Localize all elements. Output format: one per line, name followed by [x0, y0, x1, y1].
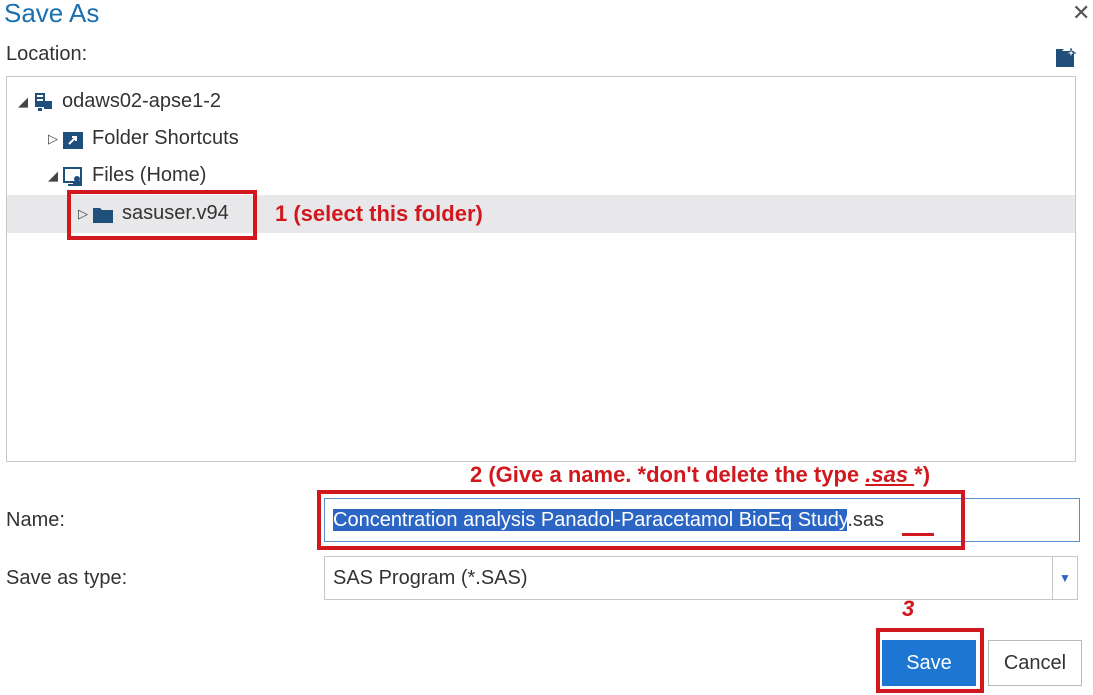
tree-label-files-home: Files (Home) — [92, 164, 207, 186]
expanded-triangle-icon[interactable]: ◢ — [18, 94, 32, 110]
tree-label-folder-shortcuts: Folder Shortcuts — [92, 127, 239, 149]
cancel-button[interactable]: Cancel — [988, 640, 1082, 686]
dialog-title: Save As — [4, 0, 100, 28]
save-as-type-value: SAS Program (*.SAS) — [333, 567, 528, 589]
name-label: Name: — [6, 509, 65, 531]
annotation-step1: 1 (select this folder) — [275, 201, 483, 226]
annotation-step3: 3 — [902, 596, 915, 621]
home-folder-icon — [62, 165, 84, 187]
annotation-step2-suffix: *) — [914, 462, 931, 487]
expanded-triangle-icon[interactable]: ◢ — [48, 168, 62, 184]
annotation-step2-prefix: 2 (Give a name. *don't delete the type — [470, 462, 866, 487]
save-as-type-label: Save as type: — [6, 567, 128, 589]
save-as-type-select[interactable]: SAS Program (*.SAS) ▼ — [324, 556, 1078, 600]
close-icon[interactable]: ✕ — [1072, 0, 1090, 26]
tree-node-server[interactable]: ◢ odaws02-apse1-2 — [18, 90, 221, 113]
tree-node-files-home[interactable]: ◢ Files (Home) — [48, 164, 206, 187]
tree-node-folder-shortcuts[interactable]: ▷ Folder Shortcuts — [48, 127, 239, 150]
annotation-step2-ext: .sas — [865, 462, 915, 487]
new-folder-icon[interactable] — [1055, 46, 1077, 68]
collapsed-triangle-icon[interactable]: ▷ — [48, 131, 62, 147]
shortcut-folder-icon — [62, 128, 84, 150]
location-label: Location: — [6, 43, 88, 65]
save-button[interactable]: Save — [882, 640, 976, 686]
annotation-box-folder — [67, 190, 257, 240]
server-icon — [32, 91, 54, 113]
chevron-down-icon[interactable]: ▼ — [1052, 557, 1077, 599]
annotation-step2: 2 (Give a name. *don't delete the type .… — [470, 462, 930, 488]
annotation-box-name — [317, 490, 965, 550]
tree-label-server: odaws02-apse1-2 — [62, 90, 221, 112]
